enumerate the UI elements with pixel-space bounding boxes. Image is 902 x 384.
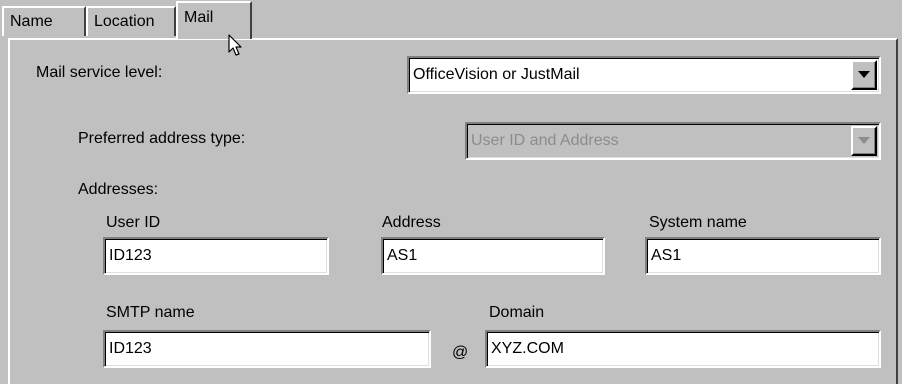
system-name-input[interactable]: AS1 xyxy=(645,237,881,275)
address-input[interactable]: AS1 xyxy=(381,237,605,275)
mail-service-level-dropdown-button[interactable] xyxy=(851,60,877,90)
domain-label: Domain xyxy=(489,304,545,321)
tab-strip: Name Location Mail xyxy=(0,0,902,40)
user-id-label: User ID xyxy=(106,214,161,231)
smtp-name-input[interactable]: ID123 xyxy=(103,330,431,368)
smtp-name-label: SMTP name xyxy=(106,304,195,321)
system-name-value: AS1 xyxy=(651,247,682,264)
smtp-name-value: ID123 xyxy=(109,340,152,357)
preferred-address-type-dropdown-button xyxy=(851,126,877,156)
domain-value: XYZ.COM xyxy=(491,340,564,357)
domain-input[interactable]: XYZ.COM xyxy=(485,330,881,368)
chevron-down-icon xyxy=(858,137,870,144)
at-sign: @ xyxy=(452,344,469,361)
mail-service-level-dropdown[interactable]: OfficeVision or JustMail xyxy=(407,56,881,94)
user-id-value: ID123 xyxy=(109,247,152,264)
address-label: Address xyxy=(382,214,441,231)
user-id-input[interactable]: ID123 xyxy=(103,237,329,275)
tab-name[interactable]: Name xyxy=(2,6,86,36)
address-value: AS1 xyxy=(387,247,418,264)
addresses-label: Addresses: xyxy=(78,181,159,198)
tab-mail-label: Mail xyxy=(184,9,214,26)
tab-location[interactable]: Location xyxy=(86,6,176,36)
system-name-label: System name xyxy=(649,214,747,231)
preferred-address-type-dropdown: User ID and Address xyxy=(465,122,881,160)
mail-service-level-label: Mail service level: xyxy=(36,64,163,81)
preferred-address-type-value: User ID and Address xyxy=(471,132,619,149)
mail-service-level-value: OfficeVision or JustMail xyxy=(413,66,580,83)
tab-location-label: Location xyxy=(94,13,155,30)
tab-name-label: Name xyxy=(10,13,53,30)
chevron-down-icon xyxy=(858,71,870,78)
tab-mail[interactable]: Mail xyxy=(176,1,252,39)
preferred-address-type-label: Preferred address type: xyxy=(78,130,246,147)
